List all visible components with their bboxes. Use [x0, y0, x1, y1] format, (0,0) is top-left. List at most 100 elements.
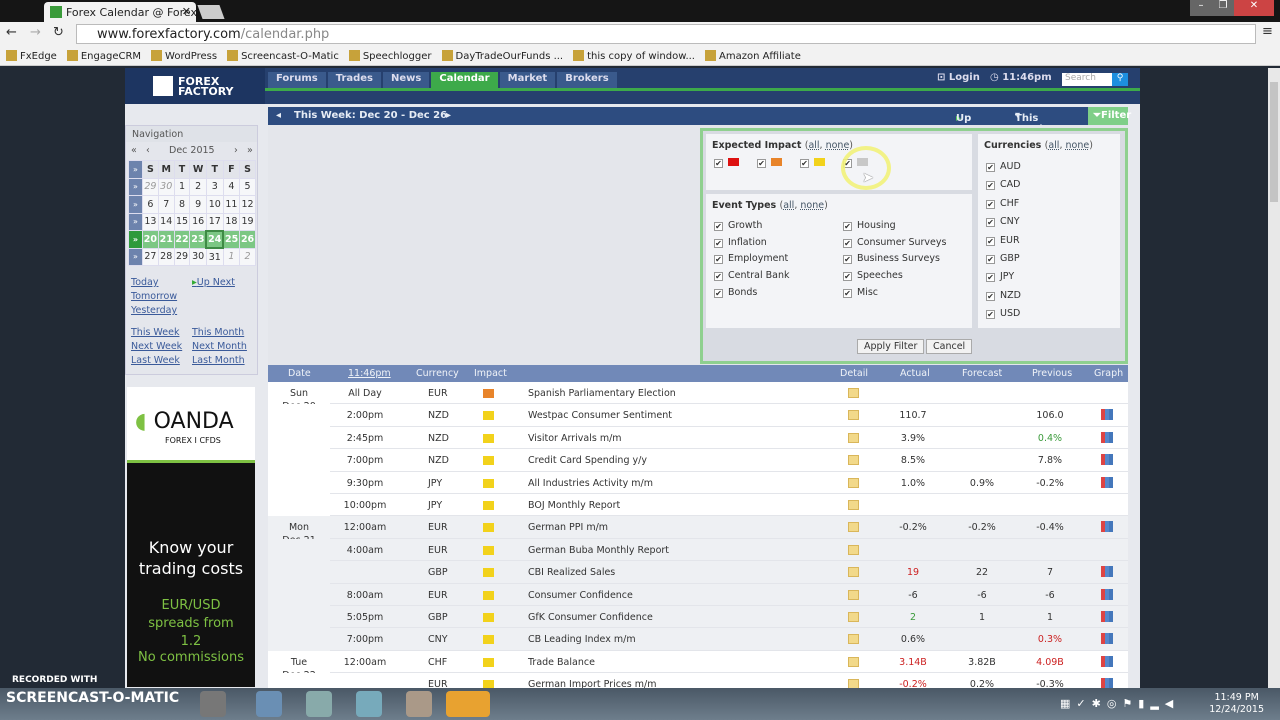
- notes-taskbar-icon[interactable]: [356, 691, 382, 717]
- calendar-day[interactable]: 9: [189, 195, 207, 214]
- event-row[interactable]: 7:00pm NZD Credit Card Spending y/y 8.5% 7.8…: [268, 449, 1128, 472]
- detail-folder-icon[interactable]: [848, 634, 859, 645]
- checkbox[interactable]: ✔: [714, 255, 723, 265]
- nav-calendar[interactable]: Calendar: [431, 72, 498, 88]
- calendar-day[interactable]: 3: [205, 177, 224, 196]
- calendar-day[interactable]: 2: [189, 177, 207, 196]
- currency-option[interactable]: ✔ GBP: [986, 253, 1114, 271]
- graph-icon[interactable]: [1101, 611, 1113, 622]
- graph-icon[interactable]: [1101, 431, 1113, 443]
- menu-icon[interactable]: ≡: [1262, 24, 1273, 39]
- next-year-icon[interactable]: »: [247, 145, 253, 156]
- paint-taskbar-icon[interactable]: [406, 691, 432, 717]
- checkbox[interactable]: ✔: [986, 199, 995, 209]
- today-link[interactable]: Today: [131, 277, 158, 288]
- calendar-day[interactable]: 30: [189, 247, 207, 266]
- impact-all-link[interactable]: all: [808, 140, 819, 151]
- event-title[interactable]: GfK Consumer Confidence: [528, 612, 653, 623]
- event-type-option[interactable]: ✔ Central Bank: [714, 270, 789, 287]
- nav-forums[interactable]: Forums: [268, 72, 326, 88]
- calendar-day[interactable]: 29: [173, 247, 191, 266]
- graph-icon[interactable]: [1101, 476, 1113, 488]
- impact-yellow-icon[interactable]: [483, 456, 494, 466]
- event-title[interactable]: German Buba Monthly Report: [528, 545, 669, 556]
- checkbox[interactable]: ✔: [714, 222, 723, 231]
- detail-folder-icon[interactable]: [848, 410, 859, 421]
- event-types-all-link[interactable]: all: [783, 200, 794, 211]
- browser-tab[interactable]: Forex Calendar @ Forex Fa✕: [44, 2, 196, 22]
- event-row[interactable]: 4:00am EUR German Buba Monthly Report: [268, 538, 1128, 562]
- calendar-day[interactable]: 1: [173, 177, 191, 196]
- prev-month-icon[interactable]: ‹: [146, 145, 150, 156]
- graph-icon[interactable]: [1101, 454, 1113, 466]
- calendar-day[interactable]: 21: [157, 230, 175, 249]
- taskbar-clock[interactable]: 11:49 PM 12/24/2015: [1209, 692, 1264, 716]
- calendar-day[interactable]: 5: [239, 177, 256, 196]
- checkbox[interactable]: ✔: [843, 288, 852, 298]
- event-type-option[interactable]: ✔ Consumer Surveys: [843, 237, 946, 254]
- nav-news[interactable]: News: [383, 72, 430, 88]
- chrome-taskbar-icon[interactable]: [200, 691, 226, 717]
- calendar-day[interactable]: 24: [205, 229, 225, 249]
- event-row[interactable]: 9:30pm JPY All Industries Activity m/m 1.0%…: [268, 471, 1128, 494]
- calendar-day[interactable]: 29: [142, 177, 159, 196]
- detail-folder-icon[interactable]: [848, 388, 859, 398]
- cancel-button[interactable]: Cancel: [926, 339, 973, 354]
- impact-yellow-icon[interactable]: [483, 545, 494, 555]
- checkbox[interactable]: ✔: [986, 310, 995, 320]
- select-week-icon[interactable]: »: [128, 212, 143, 231]
- event-row[interactable]: EUR German Import Prices m/m -0.2% 0.2% -0.3…: [268, 673, 1128, 688]
- event-row[interactable]: SunDec 20All DayEURSpanish Parliamentary…: [268, 382, 1128, 412]
- nav-brokers[interactable]: Brokers: [557, 72, 617, 88]
- currency-option[interactable]: ✔ USD: [986, 308, 1114, 326]
- calculator-taskbar-icon[interactable]: [256, 691, 282, 717]
- impact-yellow-icon[interactable]: [483, 478, 494, 488]
- reload-icon[interactable]: ↻: [53, 25, 64, 40]
- detail-folder-icon[interactable]: [848, 589, 859, 600]
- impact-yellow-icon[interactable]: [483, 590, 494, 600]
- graph-icon[interactable]: [1101, 566, 1113, 578]
- oanda-advertisement[interactable]: ◖ OANDA FOREX I CFDS Know your trading co…: [127, 387, 255, 687]
- checkbox[interactable]: ✔: [986, 273, 995, 283]
- calendar-day[interactable]: 12: [239, 195, 256, 214]
- calendar-day[interactable]: 1: [222, 247, 241, 266]
- event-type-option[interactable]: ✔ Growth: [714, 220, 789, 237]
- this-month-link[interactable]: This Month: [192, 327, 244, 338]
- last-month-link[interactable]: Last Month: [192, 355, 245, 366]
- impact-yellow-icon[interactable]: [483, 568, 494, 578]
- login-link[interactable]: ⊡ Login: [937, 72, 980, 83]
- forex-factory-logo[interactable]: FOREX FACTORY: [125, 68, 265, 104]
- currencies-all-link[interactable]: all: [1048, 140, 1059, 151]
- minimize-button[interactable]: –: [1190, 0, 1212, 16]
- currency-option[interactable]: ✔ EUR: [986, 235, 1114, 253]
- event-type-option[interactable]: ✔ Inflation: [714, 237, 789, 254]
- calendar-day[interactable]: 16: [189, 212, 207, 231]
- prev-year-icon[interactable]: «: [131, 145, 137, 156]
- currency-option[interactable]: ✔ NZD: [986, 290, 1114, 308]
- event-row[interactable]: TueDec 2212:00amCHFTrade Balance3.14B3.8…: [268, 650, 1128, 681]
- event-title[interactable]: All Industries Activity m/m: [528, 478, 653, 489]
- detail-folder-icon[interactable]: [848, 612, 859, 622]
- currency-option[interactable]: ✔ JPY: [986, 271, 1114, 289]
- select-week-icon[interactable]: »: [128, 177, 143, 196]
- event-row[interactable]: 10:00pm JPY BOJ Monthly Report: [268, 494, 1128, 517]
- event-row[interactable]: GBP CBI Realized Sales 19 22 7: [268, 561, 1128, 584]
- event-row[interactable]: 5:05pm GBP GfK Consumer Confidence 2 1 1: [268, 606, 1128, 629]
- page-scrollbar[interactable]: [1268, 68, 1280, 688]
- event-type-option[interactable]: ✔ Speeches: [843, 270, 946, 287]
- graph-icon[interactable]: [1101, 588, 1113, 600]
- checkbox[interactable]: ✔: [714, 238, 723, 248]
- bookmark-item[interactable]: Speechlogger: [348, 49, 432, 62]
- checkbox[interactable]: ✔: [843, 255, 852, 265]
- calendar-day[interactable]: 27: [142, 247, 159, 266]
- select-week-icon[interactable]: »: [128, 195, 143, 214]
- impact-filter-option[interactable]: ✔: [714, 157, 757, 168]
- event-title[interactable]: Visitor Arrivals m/m: [528, 433, 622, 444]
- event-type-option[interactable]: ✔ Employment: [714, 253, 789, 270]
- nav-trades[interactable]: Trades: [327, 72, 382, 88]
- impact-yellow-icon[interactable]: [483, 411, 494, 421]
- event-types-none-link[interactable]: none: [800, 200, 824, 211]
- impact-none-link[interactable]: none: [826, 140, 850, 151]
- next-month-link[interactable]: Next Month: [192, 341, 247, 352]
- graph-icon[interactable]: [1101, 633, 1113, 645]
